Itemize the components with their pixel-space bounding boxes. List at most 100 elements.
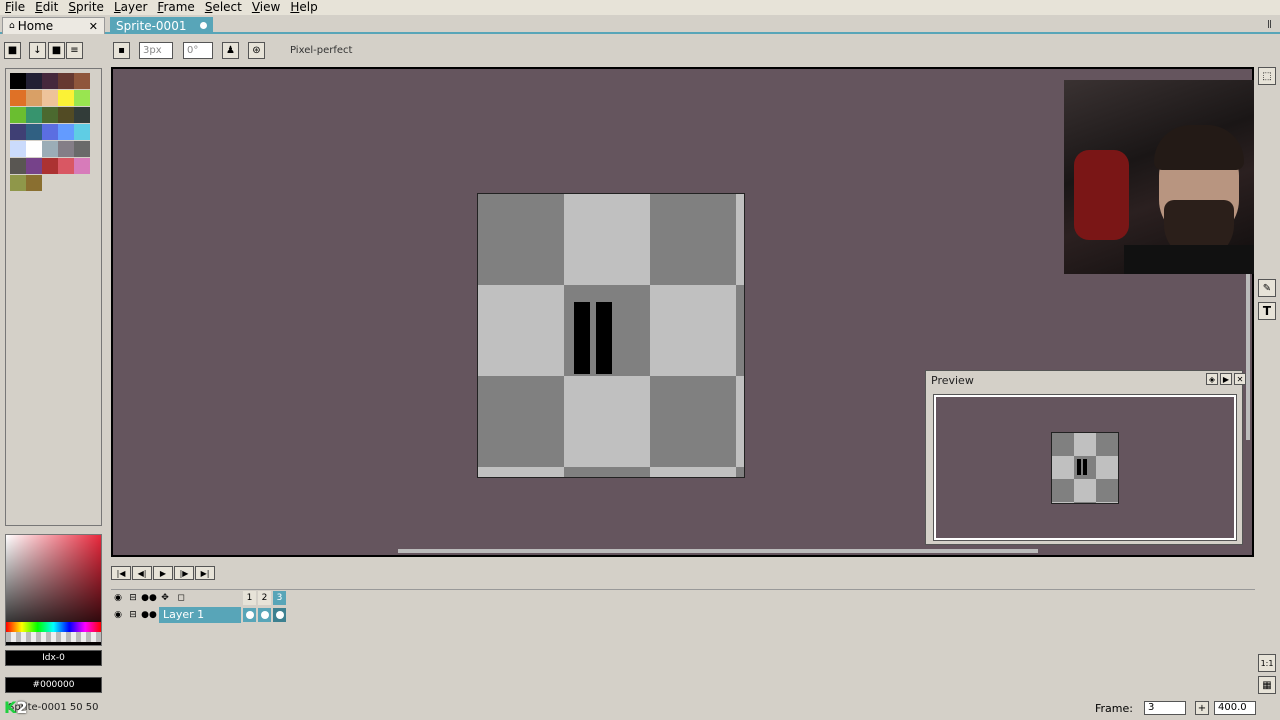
sprite-canvas[interactable] xyxy=(477,193,745,478)
checker-cell xyxy=(650,194,736,285)
cel-dot-icon xyxy=(275,611,284,619)
palette-swatch[interactable] xyxy=(26,175,42,191)
palette-swatch[interactable] xyxy=(42,141,58,157)
palette-swatch[interactable] xyxy=(58,73,74,89)
palette-swatch[interactable] xyxy=(10,90,26,106)
palette-swatch[interactable] xyxy=(74,73,90,89)
cel-frame-1[interactable] xyxy=(243,608,256,622)
palette-swatch[interactable] xyxy=(74,107,90,123)
animation-controls: |◀ ◀| ▶ |▶ ▶| xyxy=(111,566,221,582)
frame-header-3[interactable]: 3 xyxy=(273,591,286,605)
eye-icon[interactable]: ◉ xyxy=(111,591,125,605)
palette-swatch[interactable] xyxy=(10,175,26,191)
horizontal-scrollbar[interactable] xyxy=(398,549,1038,553)
palette-swatch[interactable] xyxy=(10,141,26,157)
palette-swatch[interactable] xyxy=(58,124,74,140)
lock-icon[interactable]: ■ xyxy=(4,42,21,59)
brush-size-input[interactable]: 3px xyxy=(139,42,173,59)
palette-swatch[interactable] xyxy=(58,107,74,123)
play-icon[interactable]: ▶ xyxy=(1220,373,1232,385)
preview-canvas[interactable] xyxy=(933,394,1237,541)
menu-edit[interactable]: Edit xyxy=(30,0,63,15)
first-frame-icon[interactable]: |◀ xyxy=(111,566,131,580)
palette-swatch[interactable] xyxy=(74,158,90,174)
cel-frame-3[interactable] xyxy=(273,608,286,622)
palette-swatch[interactable] xyxy=(42,107,58,123)
tab-label: Home xyxy=(17,19,54,33)
continuous-icon[interactable]: ●● xyxy=(141,608,157,622)
palette-swatch[interactable] xyxy=(26,141,42,157)
rectangle-marquee-icon[interactable]: ⬚ xyxy=(1258,67,1276,85)
brush-angle-input[interactable]: 0° xyxy=(183,42,213,59)
palette-swatch[interactable] xyxy=(42,124,58,140)
zoom-input[interactable]: 400.0 xyxy=(1214,701,1256,715)
eye-icon[interactable]: ◉ xyxy=(111,608,125,622)
palette-swatch[interactable] xyxy=(74,90,90,106)
tabs-menu-icon[interactable] xyxy=(1268,20,1276,28)
menu-layer[interactable]: Layer xyxy=(109,0,152,15)
timeline-toggle-icon[interactable]: ▦ xyxy=(1258,676,1276,694)
cel-frame-2[interactable] xyxy=(258,608,271,622)
palette-swatch[interactable] xyxy=(74,141,90,157)
palette-swatch[interactable] xyxy=(42,158,58,174)
frame-header-2[interactable]: 2 xyxy=(258,591,271,605)
hue-slider[interactable] xyxy=(6,622,101,632)
palette-swatch[interactable] xyxy=(42,90,58,106)
palette-swatch[interactable] xyxy=(26,107,42,123)
palette-swatch[interactable] xyxy=(26,90,42,106)
palette-swatch[interactable] xyxy=(58,141,74,157)
eyedropper-icon[interactable]: ✎ xyxy=(1258,279,1276,297)
layer-name[interactable]: Layer 1 xyxy=(159,607,241,623)
tag-icon[interactable]: ✥ xyxy=(158,591,172,605)
frame-header-1[interactable]: 1 xyxy=(243,591,256,605)
arrow-down-icon[interactable]: ↓ xyxy=(29,42,46,59)
palette-swatch[interactable] xyxy=(74,124,90,140)
close-icon[interactable]: ✕ xyxy=(1234,373,1246,385)
color-index-box[interactable]: Idx-0 xyxy=(5,650,102,666)
lock-icon[interactable]: ⊟ xyxy=(126,608,140,622)
continuous-icon[interactable]: ●● xyxy=(141,591,157,605)
menu-frame[interactable]: Frame xyxy=(152,0,199,15)
text-tool-icon[interactable]: T xyxy=(1258,302,1276,320)
palette-swatch[interactable] xyxy=(42,73,58,89)
checker-cell xyxy=(736,376,744,467)
palette-swatch[interactable] xyxy=(10,107,26,123)
menu-help[interactable]: Help xyxy=(285,0,322,15)
zoom-1to1-icon[interactable]: 1:1 xyxy=(1258,654,1276,672)
palette-swatch[interactable] xyxy=(26,124,42,140)
close-icon[interactable]: ✕ xyxy=(89,20,98,33)
list-icon[interactable]: ≡ xyxy=(66,42,83,59)
add-frame-button[interactable]: + xyxy=(1195,701,1209,715)
pin-icon[interactable]: ◈ xyxy=(1206,373,1218,385)
menu-file[interactable]: File xyxy=(0,0,30,15)
palette-swatch[interactable] xyxy=(26,158,42,174)
color-hex-box[interactable]: #000000 xyxy=(5,677,102,693)
lock-icon[interactable]: ⊟ xyxy=(126,591,140,605)
tab-sprite[interactable]: Sprite-0001 xyxy=(110,17,213,34)
prev-frame-icon[interactable]: ◀| xyxy=(132,566,152,580)
unsaved-dot-icon[interactable] xyxy=(200,22,207,29)
tab-home[interactable]: ⌂ Home ✕ xyxy=(2,17,105,34)
menu-view[interactable]: View xyxy=(247,0,285,15)
palette-swatch[interactable] xyxy=(10,158,26,174)
palette-swatch[interactable] xyxy=(58,158,74,174)
palette-swatch[interactable] xyxy=(58,90,74,106)
onion-skin-icon[interactable]: ◻ xyxy=(174,591,188,605)
palette-swatch[interactable] xyxy=(10,73,26,89)
last-frame-icon[interactable]: ▶| xyxy=(195,566,215,580)
ink-icon[interactable]: ♟ xyxy=(222,42,239,59)
menu-sprite[interactable]: Sprite xyxy=(63,0,109,15)
palette-swatch[interactable] xyxy=(10,124,26,140)
next-frame-icon[interactable]: |▶ xyxy=(174,566,194,580)
palette-swatch[interactable] xyxy=(26,73,42,89)
menu-select[interactable]: Select xyxy=(200,0,247,15)
stop-icon[interactable]: ■ xyxy=(48,42,65,59)
pixel-perfect-toggle[interactable]: Pixel-perfect xyxy=(290,45,352,56)
alpha-slider[interactable] xyxy=(6,632,101,642)
play-icon[interactable]: ▶ xyxy=(153,566,173,580)
frame-input[interactable]: 3 xyxy=(1144,701,1186,715)
checker-cell xyxy=(1118,479,1119,502)
dynamics-icon[interactable]: ⊛ xyxy=(248,42,265,59)
checker-cell xyxy=(1052,456,1074,479)
brush-type-icon[interactable]: ▪ xyxy=(113,42,130,59)
